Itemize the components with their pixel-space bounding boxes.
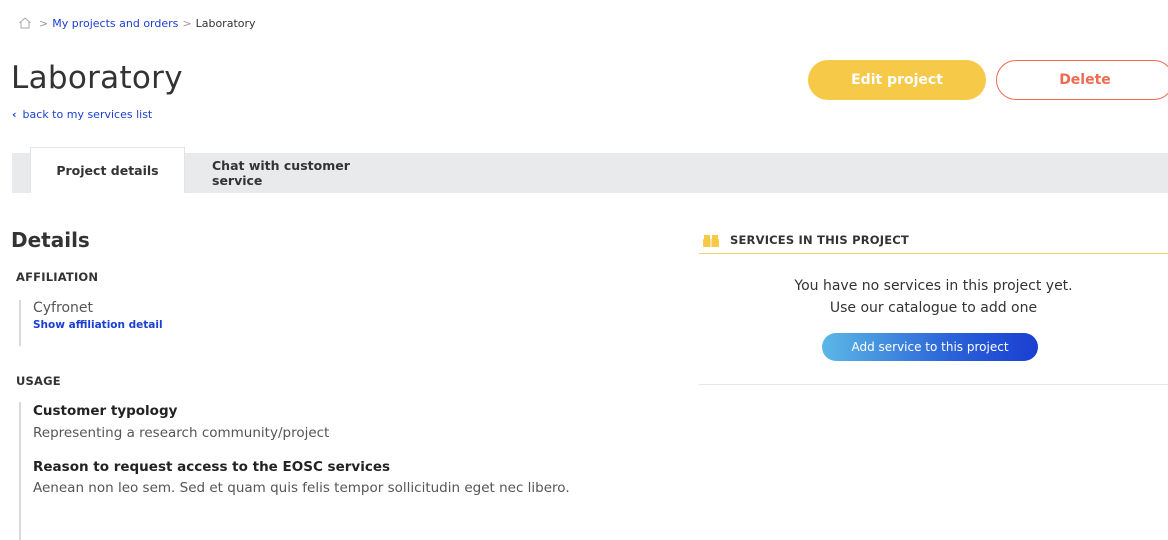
delete-button[interactable]: Delete	[996, 60, 1168, 100]
breadcrumb-item-projects[interactable]: My projects and orders	[52, 17, 178, 30]
tab-chat-customer-service[interactable]: Chat with customer service	[212, 153, 388, 193]
tabs-bar: Project details Chat with customer servi…	[12, 147, 1168, 193]
add-service-button[interactable]: Add service to this project	[822, 333, 1038, 361]
affiliation-name: Cyfronet	[33, 300, 93, 316]
services-empty-message: You have no services in this project yet…	[699, 275, 1168, 319]
usage-heading-typology: Customer typology	[33, 403, 178, 419]
edit-project-button[interactable]: Edit project	[808, 60, 986, 100]
affiliation-block: Cyfronet Show affiliation detail	[19, 300, 319, 346]
breadcrumb: > My projects and orders > Laboratory	[18, 14, 256, 32]
back-link[interactable]: ‹ back to my services list	[12, 108, 152, 121]
usage-label: USAGE	[16, 374, 61, 388]
page-title: Laboratory	[11, 60, 183, 96]
details-title: Details	[11, 228, 90, 252]
back-link-label: back to my services list	[22, 108, 153, 121]
divider	[699, 384, 1168, 385]
usage-text-reason: Aenean non leo sem. Sed et quam quis fel…	[33, 480, 570, 496]
usage-block: Customer typology Representing a researc…	[19, 402, 599, 540]
boxes-icon	[702, 233, 720, 247]
affiliation-label: AFFILIATION	[16, 270, 99, 284]
breadcrumb-separator: >	[39, 16, 49, 30]
show-affiliation-detail-link[interactable]: Show affiliation detail	[33, 319, 319, 331]
home-icon[interactable]	[18, 16, 32, 30]
tab-project-details[interactable]: Project details	[30, 147, 185, 193]
breadcrumb-item-current: Laboratory	[195, 16, 256, 30]
services-title: SERVICES IN THIS PROJECT	[730, 232, 909, 247]
chevron-left-icon: ‹	[12, 108, 17, 121]
usage-heading-reason: Reason to request access to the EOSC ser…	[33, 459, 391, 475]
empty-message-line-2: Use our catalogue to add one	[829, 300, 1038, 316]
breadcrumb-separator: >	[182, 16, 192, 30]
empty-message-line-1: You have no services in this project yet…	[794, 278, 1073, 294]
services-header: SERVICES IN THIS PROJECT	[699, 226, 1168, 254]
usage-text-typology: Representing a research community/projec…	[33, 425, 330, 441]
